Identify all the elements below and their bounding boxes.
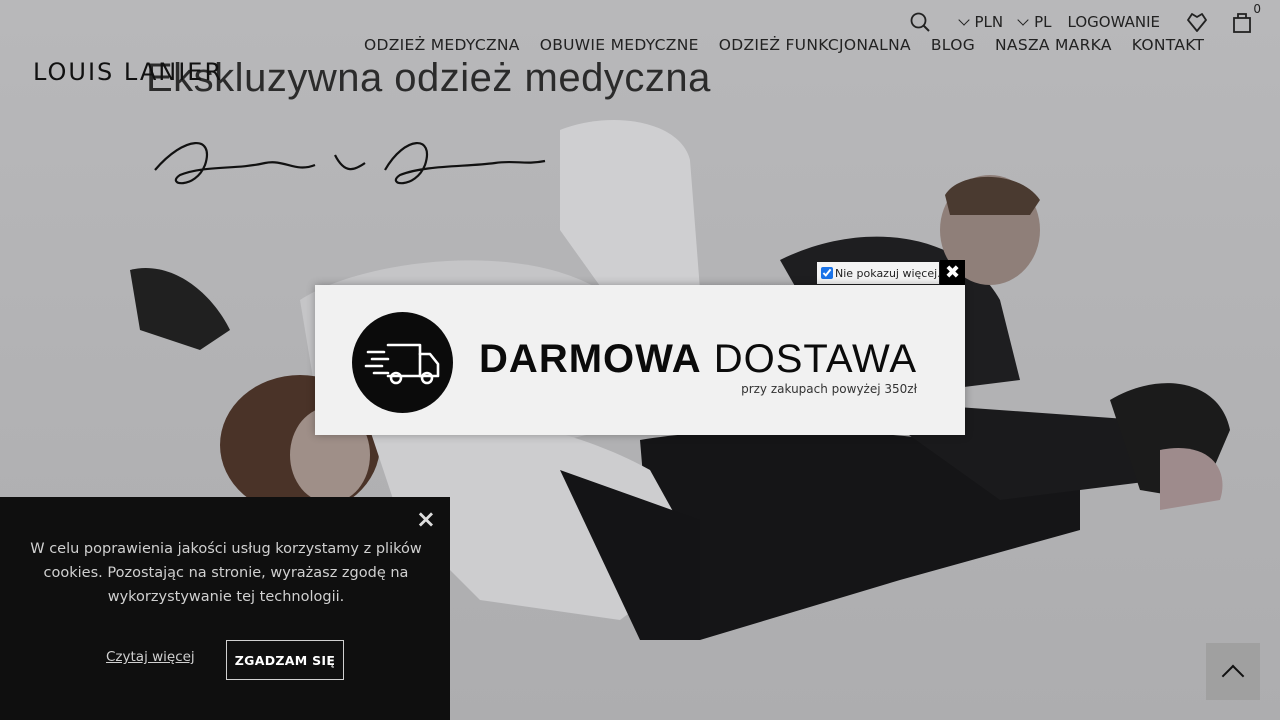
truck-icon-badge <box>352 312 453 413</box>
hero-title: Ekskluzywna odzież medyczna <box>146 56 711 100</box>
search-button[interactable] <box>910 12 930 32</box>
login-link[interactable]: LOGOWANIE <box>1068 13 1160 31</box>
cookie-accept-button[interactable]: ZGADZAM SIĘ <box>226 640 344 680</box>
nav-item-blog[interactable]: BLOG <box>921 36 985 54</box>
brand-logo[interactable]: LOUIS LANIER <box>33 58 223 86</box>
dont-show-again-option[interactable]: Nie pokazuj więcej. <box>817 262 941 284</box>
modal-close-button[interactable]: ✖ <box>940 260 965 285</box>
nav-item-obuwie-medyczne[interactable]: OBUWIE MEDYCZNE <box>530 36 709 54</box>
currency-selector[interactable]: PLN <box>957 13 1004 31</box>
nav-item-nasza-marka[interactable]: NASZA MARKA <box>985 36 1122 54</box>
chevron-down-icon <box>1017 13 1029 26</box>
cookie-read-more-link[interactable]: Czytaj więcej <box>106 649 195 665</box>
close-icon: ✖ <box>944 262 961 283</box>
nav-item-odziez-medyczna[interactable]: ODZIEŻ MEDYCZNA <box>354 36 530 54</box>
wishlist-button[interactable] <box>1186 12 1208 32</box>
language-label: PL <box>1034 13 1052 31</box>
modal-heading-bold: DARMOWA <box>479 337 702 381</box>
nav-item-odziez-funkcjonalna[interactable]: ODZIEŻ FUNKCJONALNA <box>709 36 921 54</box>
dont-show-again-label: Nie pokazuj więcej. <box>835 266 941 280</box>
chevron-up-icon <box>1221 664 1245 687</box>
modal-subtext: przy zakupach powyżej 350zł <box>741 382 917 396</box>
cookie-banner: × W celu poprawienia jakości usług korzy… <box>0 497 450 720</box>
chevron-down-icon <box>957 13 970 26</box>
language-selector[interactable]: PL <box>1017 13 1052 31</box>
nav-item-kontakt[interactable]: KONTAKT <box>1122 36 1215 54</box>
cart-count-badge: 0 <box>1253 2 1261 16</box>
main-navigation: ODZIEŻ MEDYCZNA OBUWIE MEDYCZNE ODZIEŻ F… <box>354 36 1214 54</box>
heart-diamond-icon <box>1187 13 1207 32</box>
free-shipping-modal: DARMOWA DOSTAWA przy zakupach powyżej 35… <box>315 285 965 435</box>
delivery-truck-icon <box>364 343 440 385</box>
back-to-top-button[interactable] <box>1206 643 1260 700</box>
cookie-message: W celu poprawienia jakości usług korzyst… <box>30 541 422 605</box>
modal-heading: DARMOWA DOSTAWA <box>479 337 917 382</box>
signature-graphic <box>154 142 546 185</box>
cookie-close-button[interactable]: × <box>416 507 436 531</box>
modal-heading-light: DOSTAWA <box>713 337 917 381</box>
currency-label: PLN <box>974 13 1004 31</box>
cart-button[interactable]: 0 <box>1232 2 1261 33</box>
search-icon <box>910 12 930 32</box>
top-utility-bar: PLN PL LOGOWANIE 0 <box>894 2 1261 34</box>
shopping-bag-icon <box>1233 13 1251 33</box>
dont-show-again-checkbox[interactable] <box>821 267 833 279</box>
